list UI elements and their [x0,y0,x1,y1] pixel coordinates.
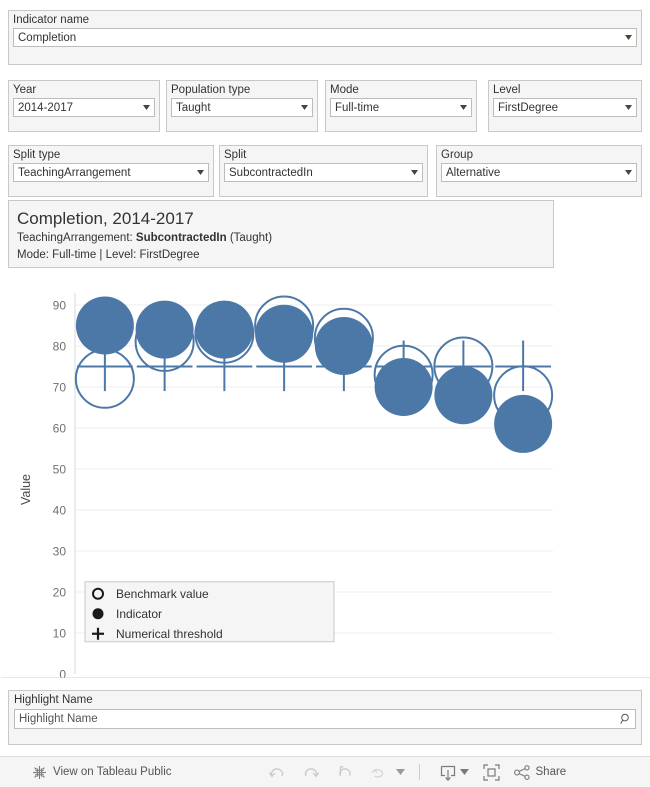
filter-split-value: SubcontractedIn [229,166,313,179]
legend-label: Indicator [116,607,162,621]
toolbar-history-group [268,764,405,780]
highlight-name-panel: Highlight Name Highlight Name [8,690,642,745]
highlight-name-label: Highlight Name [14,694,93,706]
chevron-down-icon[interactable] [457,105,471,110]
filter-level-dropdown[interactable]: FirstDegree [493,98,637,117]
tableau-toolbar: View on Tableau Public Share [0,756,650,787]
filter-level-label: Level [493,84,521,96]
chart-subtitle-split-prefix: TeachingArrangement: [17,232,136,244]
filter-mode-label: Mode [330,84,359,96]
chevron-down-icon[interactable] [194,170,208,175]
undo-icon[interactable] [268,764,286,780]
chart-subtitle-mode-level: Mode: Full-time | Level: FirstDegree [17,249,200,261]
filter-year[interactable]: Year 2014-2017 [8,80,160,132]
filter-population-type-value: Taught [176,101,211,114]
filter-level[interactable]: Level FirstDegree [488,80,642,132]
y-axis-tick-label: 50 [53,463,67,477]
chevron-down-icon[interactable] [622,105,636,110]
chevron-down-icon[interactable] [395,769,405,775]
filter-indicator-name-dropdown[interactable]: Completion [13,28,637,47]
filter-group[interactable]: Group Alternative [436,145,642,197]
filter-split[interactable]: Split SubcontractedIn [219,145,428,197]
indicator-circle[interactable] [135,300,194,359]
y-axis-tick-label: 90 [53,299,67,313]
y-axis-tick-label: 40 [53,504,67,518]
chart-subtitle-split: TeachingArrangement: SubcontractedIn (Ta… [17,230,545,247]
filter-split-type-value: TeachingArrangement [18,166,131,179]
y-axis-tick-label: 80 [53,340,67,354]
filter-indicator-name-value: Completion [18,31,77,44]
highlight-name-field[interactable]: Highlight Name [14,709,636,729]
y-axis-title: Value [19,474,33,505]
filter-split-type-dropdown[interactable]: TeachingArrangement [13,163,209,182]
filter-population-type-label: Population type [171,84,251,96]
redo-icon[interactable] [302,764,320,780]
search-icon[interactable] [617,713,635,725]
chart-area: 0 10 20 30 40 50 60 70 80 90 Value Benchmark value I… [0,278,650,678]
y-axis-tick-label: 20 [53,586,67,600]
indicator-circle[interactable] [255,304,314,363]
indicator-circle[interactable] [434,366,493,425]
legend-label: Benchmark value [116,587,209,601]
refresh-icon[interactable] [370,764,388,780]
y-axis-tick-label: 60 [53,422,67,436]
tableau-dashboard: Indicator name Completion Year 2014-2017… [0,0,650,787]
y-axis-tick-label: 70 [53,381,67,395]
share-label: Share [535,766,567,778]
chevron-down-icon[interactable] [622,35,636,40]
highlight-name-input[interactable]: Highlight Name [15,713,617,725]
view-on-tableau-public-label: View on Tableau Public [53,766,172,778]
legend-label: Numerical threshold [116,627,223,641]
filter-split-type[interactable]: Split type TeachingArrangement [8,145,214,197]
chart-subtitle-split-value: SubcontractedIn [135,232,227,244]
filter-group-dropdown[interactable]: Alternative [441,163,637,182]
indicator-circle[interactable] [75,296,134,355]
filter-mode[interactable]: Mode Full-time [325,80,477,132]
filter-level-value: FirstDegree [498,101,559,114]
chevron-down-icon[interactable] [408,170,422,175]
filter-group-label: Group [441,149,473,161]
indicator-circle[interactable] [195,300,254,359]
chart-title-card: Completion, 2014-2017 TeachingArrangemen… [8,200,554,268]
chart-subtitle-split-suffix: (Taught) [226,232,273,244]
tableau-logo-icon [32,765,47,780]
view-on-tableau-public[interactable]: View on Tableau Public [0,765,172,780]
filter-split-label: Split [224,149,247,161]
filter-split-dropdown[interactable]: SubcontractedIn [224,163,423,182]
completion-scatter-chart[interactable]: 0 10 20 30 40 50 60 70 80 90 Value Benchmark value I… [0,278,650,678]
filter-group-value: Alternative [446,166,501,179]
filter-mode-dropdown[interactable]: Full-time [330,98,472,117]
chevron-down-icon[interactable] [140,105,154,110]
chart-title: Completion, 2014-2017 [17,209,194,228]
legend-filled-circle-icon [92,608,104,620]
indicator-circle[interactable] [314,317,373,375]
filter-year-label: Year [13,84,37,96]
share-button[interactable]: Share [513,764,567,780]
download-icon[interactable] [440,764,456,781]
chart-legend: Benchmark value Indicator Numerical thresh… [84,581,335,643]
fullscreen-icon[interactable] [482,763,500,781]
toolbar-divider [418,764,420,780]
chevron-down-icon[interactable] [298,105,312,110]
filter-indicator-name[interactable]: Indicator name Completion [8,10,642,65]
revert-icon[interactable] [336,764,354,780]
indicator-circle[interactable] [374,358,433,416]
toolbar-action-group: Share [440,763,567,781]
filter-year-dropdown[interactable]: 2014-2017 [13,98,155,117]
filter-mode-value: Full-time [335,101,380,114]
indicator-circle[interactable] [494,394,553,453]
filter-split-type-label: Split type [13,149,61,161]
filter-year-value: 2014-2017 [18,101,73,114]
filter-population-type-dropdown[interactable]: Taught [171,98,313,117]
filter-population-type[interactable]: Population type Taught [166,80,318,132]
y-axis-tick-label: 30 [53,545,67,559]
y-axis-tick-label: 10 [53,627,67,641]
chevron-down-icon[interactable] [459,769,469,775]
y-axis-tick-label: 0 [59,668,66,679]
chevron-down-icon[interactable] [622,170,636,175]
filter-indicator-name-label: Indicator name [13,14,90,26]
